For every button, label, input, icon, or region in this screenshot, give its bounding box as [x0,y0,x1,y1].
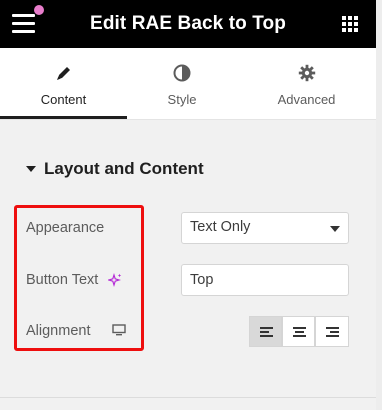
alignment-control [249,316,349,347]
tab-style-label: Style [167,92,197,107]
align-right-button[interactable] [315,316,349,347]
tab-advanced[interactable]: Advanced [237,48,376,120]
tab-content-label: Content [40,92,87,107]
dropdown-arrow-icon [330,226,340,232]
caret-down-icon[interactable] [26,166,36,172]
gear-icon [298,64,315,82]
tab-content[interactable]: Content [0,48,127,120]
half-circle-icon [173,64,191,82]
panel-divider [0,397,376,398]
align-center-button[interactable] [282,316,315,347]
panel-edge [376,0,382,410]
highlight-annotation [14,205,144,351]
grid-apps-icon[interactable] [342,16,358,32]
tab-style[interactable]: Style [127,48,237,120]
tab-bar: Content Style Advanced [0,48,376,120]
appearance-select[interactable]: Text Only [181,212,349,244]
editor-header: Edit RAE Back to Top [0,0,376,48]
tab-advanced-label: Advanced [277,92,336,107]
align-right-icon [326,327,339,338]
section-title[interactable]: Layout and Content [44,158,204,180]
button-text-input[interactable] [181,264,349,296]
appearance-value: Text Only [190,219,251,235]
align-center-icon [293,327,306,338]
align-left-icon [260,327,273,338]
align-left-button[interactable] [249,316,282,347]
page-title: Edit RAE Back to Top [90,13,286,34]
pencil-icon [56,67,70,80]
